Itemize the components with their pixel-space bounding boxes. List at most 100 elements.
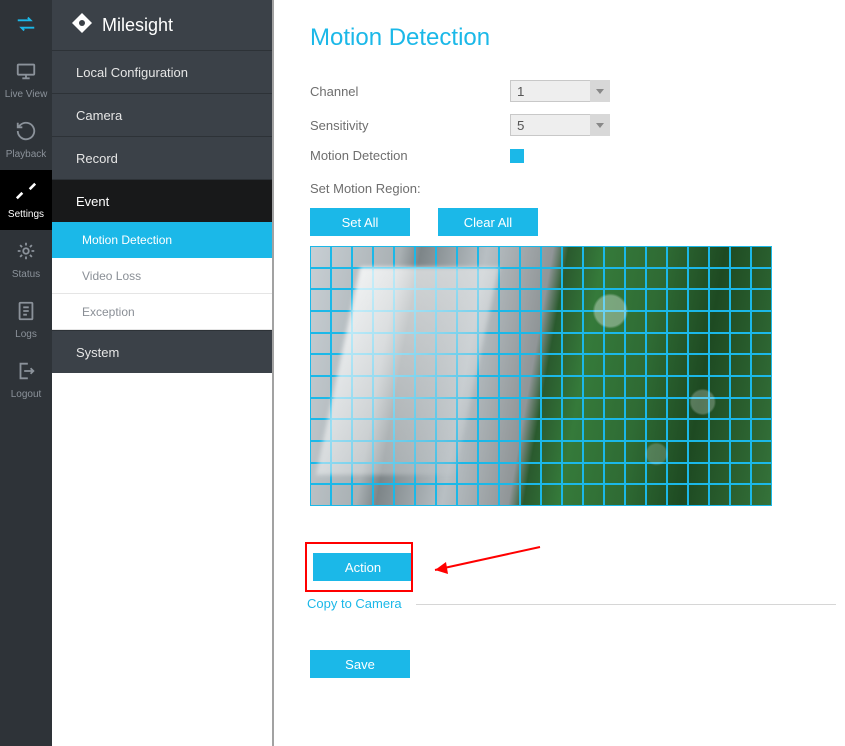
region-cell[interactable]: [646, 289, 667, 311]
region-cell[interactable]: [499, 398, 520, 420]
region-cell[interactable]: [478, 419, 499, 441]
channel-select[interactable]: 1: [510, 80, 610, 102]
region-cell[interactable]: [688, 484, 709, 506]
region-cell[interactable]: [310, 398, 331, 420]
region-cell[interactable]: [646, 268, 667, 290]
region-cell[interactable]: [373, 268, 394, 290]
nav-swap[interactable]: [0, 0, 52, 50]
region-cell[interactable]: [436, 463, 457, 485]
region-cell[interactable]: [646, 419, 667, 441]
region-cell[interactable]: [520, 376, 541, 398]
region-cell[interactable]: [394, 441, 415, 463]
region-cell[interactable]: [352, 463, 373, 485]
region-cell[interactable]: [478, 333, 499, 355]
region-cell[interactable]: [457, 289, 478, 311]
region-cell[interactable]: [730, 268, 751, 290]
region-cell[interactable]: [478, 354, 499, 376]
region-cell[interactable]: [520, 333, 541, 355]
region-cell[interactable]: [352, 289, 373, 311]
region-cell[interactable]: [709, 268, 730, 290]
region-cell[interactable]: [310, 441, 331, 463]
region-cell[interactable]: [667, 289, 688, 311]
region-cell[interactable]: [646, 484, 667, 506]
region-cell[interactable]: [730, 246, 751, 268]
region-cell[interactable]: [730, 311, 751, 333]
region-cell[interactable]: [709, 463, 730, 485]
region-cell[interactable]: [604, 484, 625, 506]
region-cell[interactable]: [373, 354, 394, 376]
region-cell[interactable]: [415, 333, 436, 355]
region-cell[interactable]: [394, 376, 415, 398]
region-cell[interactable]: [730, 354, 751, 376]
region-cell[interactable]: [667, 311, 688, 333]
region-cell[interactable]: [520, 441, 541, 463]
region-cell[interactable]: [562, 398, 583, 420]
region-cell[interactable]: [478, 441, 499, 463]
region-cell[interactable]: [520, 246, 541, 268]
region-cell[interactable]: [436, 333, 457, 355]
region-cell[interactable]: [583, 333, 604, 355]
region-cell[interactable]: [541, 376, 562, 398]
region-cell[interactable]: [751, 333, 772, 355]
region-cell[interactable]: [583, 376, 604, 398]
region-cell[interactable]: [373, 311, 394, 333]
region-cell[interactable]: [625, 311, 646, 333]
region-cell[interactable]: [625, 268, 646, 290]
region-cell[interactable]: [562, 484, 583, 506]
region-cell[interactable]: [331, 376, 352, 398]
motion-checkbox[interactable]: [510, 149, 524, 163]
region-cell[interactable]: [688, 354, 709, 376]
region-cell[interactable]: [583, 354, 604, 376]
region-cell[interactable]: [394, 289, 415, 311]
region-cell[interactable]: [667, 463, 688, 485]
region-cell[interactable]: [667, 354, 688, 376]
region-cell[interactable]: [604, 268, 625, 290]
region-cell[interactable]: [751, 289, 772, 311]
region-cell[interactable]: [730, 376, 751, 398]
region-cell[interactable]: [415, 419, 436, 441]
region-cell[interactable]: [352, 441, 373, 463]
region-cell[interactable]: [709, 333, 730, 355]
region-cell[interactable]: [310, 419, 331, 441]
region-cell[interactable]: [562, 354, 583, 376]
sensitivity-select[interactable]: 5: [510, 114, 610, 136]
region-cell[interactable]: [688, 398, 709, 420]
region-cell[interactable]: [457, 419, 478, 441]
region-cell[interactable]: [709, 484, 730, 506]
region-cell[interactable]: [415, 463, 436, 485]
region-cell[interactable]: [394, 333, 415, 355]
region-cell[interactable]: [520, 289, 541, 311]
region-cell[interactable]: [751, 484, 772, 506]
region-cell[interactable]: [562, 419, 583, 441]
region-cell[interactable]: [415, 246, 436, 268]
region-cell[interactable]: [499, 441, 520, 463]
region-cell[interactable]: [310, 268, 331, 290]
region-cell[interactable]: [352, 419, 373, 441]
region-cell[interactable]: [373, 441, 394, 463]
region-cell[interactable]: [457, 463, 478, 485]
region-cell[interactable]: [604, 463, 625, 485]
region-cell[interactable]: [604, 354, 625, 376]
region-cell[interactable]: [394, 398, 415, 420]
region-cell[interactable]: [352, 246, 373, 268]
region-cell[interactable]: [604, 398, 625, 420]
region-cell[interactable]: [688, 289, 709, 311]
region-cell[interactable]: [730, 333, 751, 355]
region-cell[interactable]: [625, 419, 646, 441]
region-cell[interactable]: [625, 484, 646, 506]
region-cell[interactable]: [520, 463, 541, 485]
region-cell[interactable]: [541, 246, 562, 268]
region-cell[interactable]: [751, 463, 772, 485]
region-cell[interactable]: [583, 463, 604, 485]
region-cell[interactable]: [709, 419, 730, 441]
region-cell[interactable]: [310, 484, 331, 506]
region-cell[interactable]: [562, 246, 583, 268]
region-cell[interactable]: [373, 376, 394, 398]
region-cell[interactable]: [625, 463, 646, 485]
region-cell[interactable]: [520, 354, 541, 376]
region-cell[interactable]: [709, 311, 730, 333]
region-cell[interactable]: [310, 333, 331, 355]
region-cell[interactable]: [310, 463, 331, 485]
region-cell[interactable]: [562, 441, 583, 463]
region-cell[interactable]: [415, 354, 436, 376]
